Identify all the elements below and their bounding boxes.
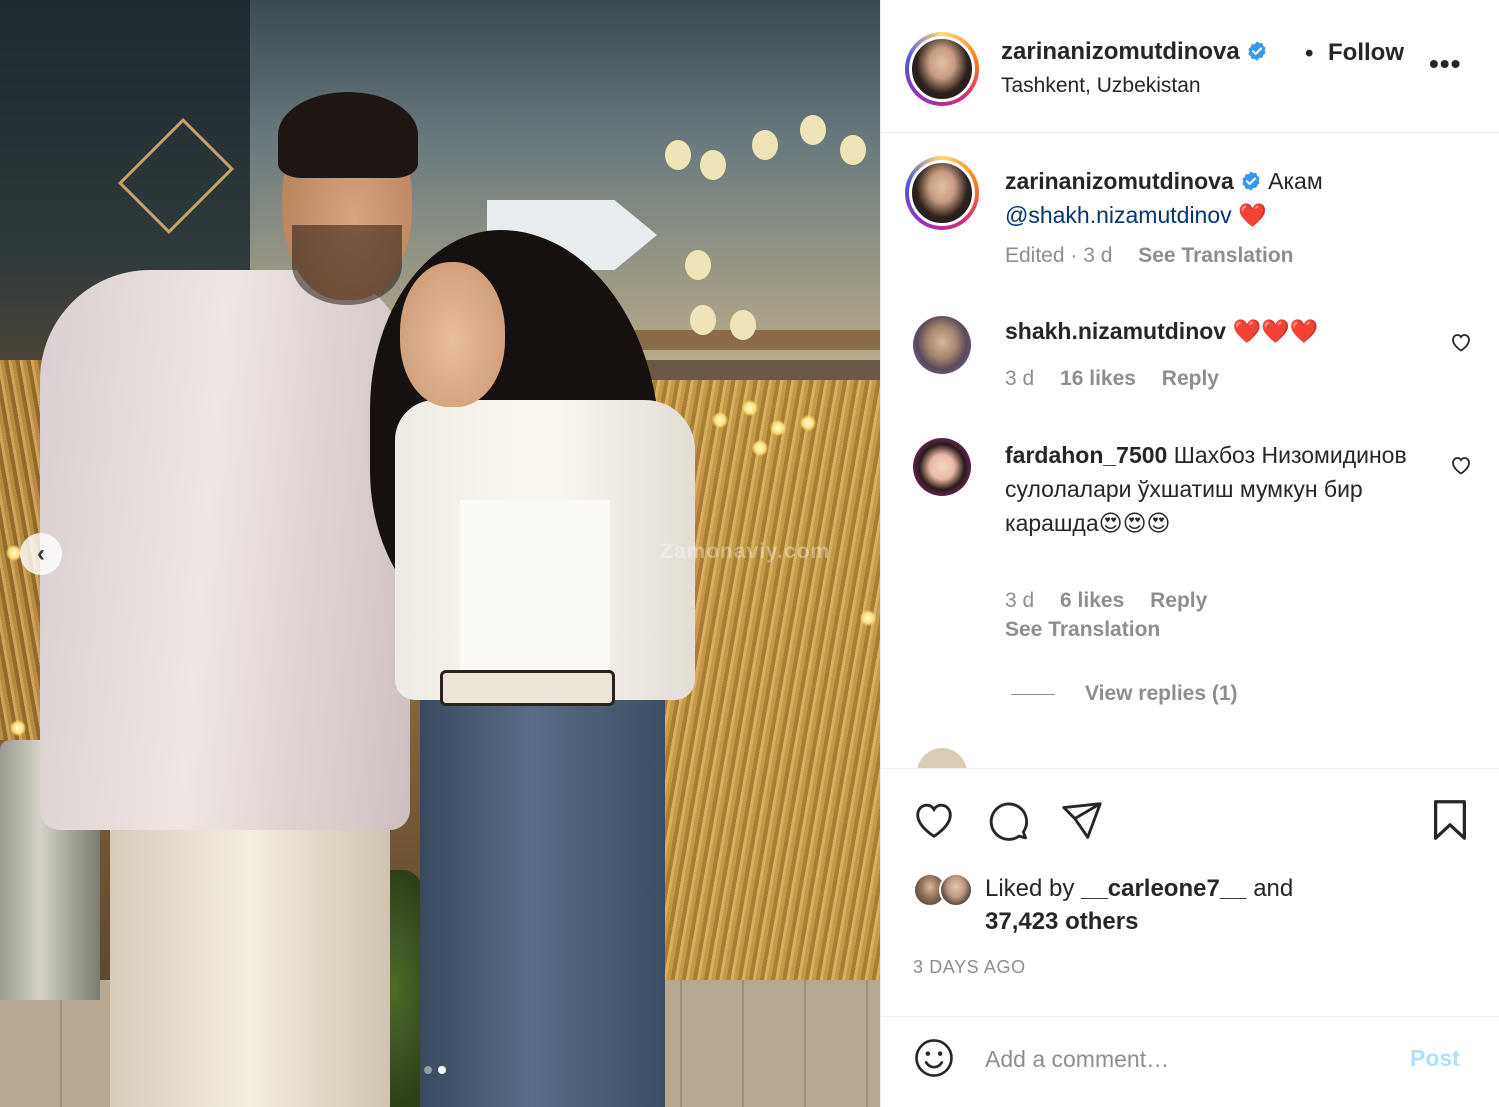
avatar-image — [909, 36, 975, 102]
comment-text: fardahon_7500 Шахбоз Низомидинов сулолал… — [1005, 438, 1445, 540]
photo-light-bulb — [752, 440, 768, 456]
likes-count-link[interactable]: 37,423 others — [985, 908, 1138, 935]
avatar[interactable] — [905, 32, 979, 106]
liked-by-text: Liked by __carleone7__ and 37,423 others — [985, 872, 1293, 938]
photo-light-bulb — [712, 412, 728, 428]
liked-by-avatar[interactable] — [939, 873, 973, 907]
photo-light-bulb — [800, 415, 816, 431]
post-author-row: zarinanizomutdinova — [1001, 38, 1268, 66]
header-separator: • — [1305, 40, 1314, 67]
photo-cheese — [752, 130, 778, 160]
photo-light-bulb — [742, 400, 758, 416]
photo-woman-top — [460, 500, 610, 670]
view-replies-label: View replies (1) — [1085, 682, 1238, 705]
carousel-dots — [424, 1066, 446, 1074]
post-comment-button[interactable]: Post — [1410, 1045, 1460, 1072]
watermark-text: Zamonaviy.com — [660, 540, 831, 563]
view-replies-button[interactable]: View replies (1) — [1011, 682, 1238, 706]
avatar[interactable] — [917, 748, 967, 768]
add-comment-bar: Post — [881, 1016, 1499, 1107]
emoji-smiley-icon[interactable] — [913, 1037, 955, 1079]
photo-man-shirt — [40, 270, 410, 830]
post-timestamp[interactable]: 3 DAYS AGO — [913, 957, 1026, 978]
comment-meta: 3 d 16 likes Reply — [1005, 367, 1239, 391]
caption-username[interactable]: zarinanizomutdinova — [1005, 168, 1234, 194]
comment-likes-count[interactable]: 16 likes — [1060, 367, 1136, 390]
photo-cheese — [730, 310, 756, 340]
photo-light-bulb — [860, 610, 876, 626]
photo-cheese — [800, 115, 826, 145]
follow-button[interactable]: Follow — [1328, 39, 1404, 67]
avatar[interactable] — [905, 156, 979, 230]
post-actions: Liked by __carleone7__ and 37,423 others… — [881, 768, 1499, 1016]
comment-translation-row: See Translation — [1005, 618, 1160, 642]
photo-light-bulb — [10, 720, 26, 736]
post-location[interactable]: Tashkent, Uzbekistan — [1001, 74, 1201, 98]
photo-woman-belt — [440, 670, 615, 706]
caption-heart-emoji: ❤️ — [1238, 202, 1267, 228]
post-side-panel: zarinanizomutdinova • Follow Tashkent, U… — [880, 0, 1499, 1107]
see-translation-link[interactable]: See Translation — [1138, 244, 1293, 267]
caption-edited-time: Edited · 3 d — [1005, 244, 1113, 267]
liked-by-prefix: Liked by — [985, 875, 1075, 902]
comment-username[interactable]: shakh.nizamutdinov — [1005, 318, 1226, 344]
like-heart-icon[interactable] — [911, 797, 957, 843]
liked-by-and: and — [1253, 875, 1294, 902]
avatar[interactable] — [913, 316, 971, 374]
reply-button[interactable]: Reply — [1150, 589, 1207, 612]
comment-meta: 3 d 6 likes Reply — [1005, 589, 1227, 613]
like-comment-heart-icon[interactable] — [1449, 330, 1473, 354]
liked-by-user-link[interactable]: __carleone7__ — [1081, 875, 1246, 902]
chevron-left-icon: ‹ — [37, 540, 45, 567]
save-bookmark-icon[interactable] — [1427, 797, 1473, 843]
see-translation-link[interactable]: See Translation — [1005, 618, 1160, 641]
photo-cheese — [665, 140, 691, 170]
carousel-prev-button[interactable]: ‹ — [20, 533, 62, 575]
share-paper-plane-icon[interactable] — [1059, 797, 1105, 843]
post-header: zarinanizomutdinova • Follow Tashkent, U… — [881, 0, 1499, 133]
comment-bubble-icon[interactable] — [985, 797, 1031, 843]
caption-mention-link[interactable]: @shakh.nizamutdinov — [1005, 202, 1232, 228]
verified-badge-icon — [1248, 41, 1266, 61]
comment-likes-count[interactable]: 6 likes — [1060, 589, 1124, 612]
photo-woman-face — [400, 262, 505, 407]
photo-cheese — [700, 150, 726, 180]
photo-cheese — [690, 305, 716, 335]
avatar-image — [909, 160, 975, 226]
comment-input[interactable] — [985, 1039, 1385, 1079]
comment-time: 3 d — [1005, 589, 1035, 612]
photo-cheese — [685, 250, 711, 280]
photo-light-bulb — [770, 420, 786, 436]
comment-body: ❤️❤️❤️ — [1232, 318, 1319, 344]
caption-meta: Edited · 3 d See Translation — [1005, 244, 1293, 268]
photo-cheese — [840, 135, 866, 165]
caption-body: Акам — [1268, 168, 1323, 194]
photo-man-hair — [278, 92, 418, 178]
carousel-dot[interactable] — [424, 1066, 432, 1074]
more-options-icon[interactable]: ••• — [1429, 48, 1461, 80]
comment-username[interactable]: fardahon_7500 — [1005, 442, 1167, 468]
caption-text: zarinanizomutdinova Акам @shakh.nizamutd… — [1005, 164, 1445, 232]
avatar[interactable] — [913, 438, 971, 496]
carousel-dot-active[interactable] — [438, 1066, 446, 1074]
post-photo[interactable]: Zamonaviy.com ‹ — [0, 0, 880, 1107]
photo-man-beard — [292, 225, 402, 305]
comments-section[interactable]: zarinanizomutdinova Акам @shakh.nizamutd… — [881, 134, 1499, 768]
reply-button[interactable]: Reply — [1162, 367, 1219, 390]
photo-woman-jeans — [420, 700, 665, 1107]
comment-time: 3 d — [1005, 367, 1035, 390]
view-replies-line — [1011, 693, 1055, 695]
verified-badge-icon — [1242, 171, 1260, 191]
post-author-username[interactable]: zarinanizomutdinova — [1001, 38, 1240, 65]
comment-text: shakh.nizamutdinov ❤️❤️❤️ — [1005, 314, 1445, 348]
like-comment-heart-icon[interactable] — [1449, 453, 1473, 477]
